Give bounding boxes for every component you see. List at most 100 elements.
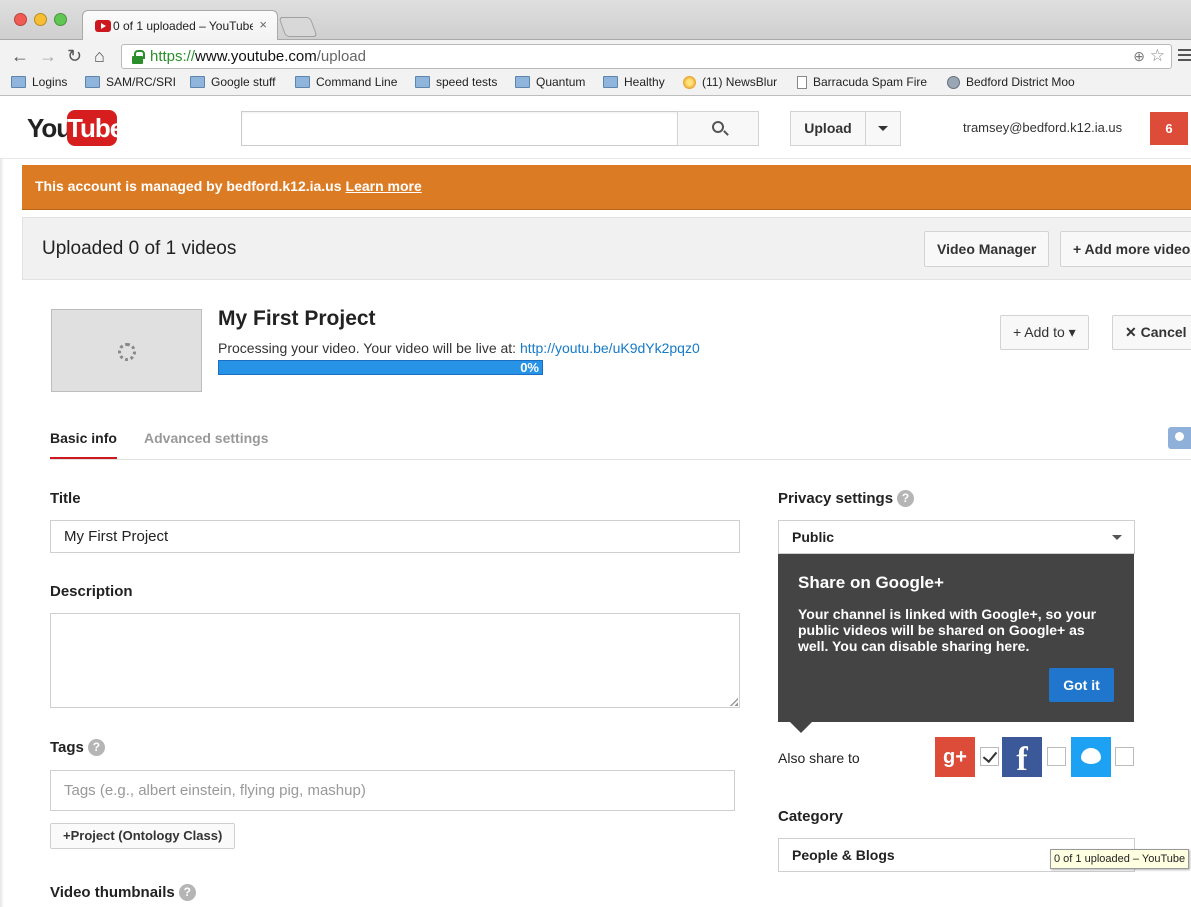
resize-grip-icon[interactable] [729, 697, 738, 706]
tabs-divider [50, 459, 1191, 460]
managed-account-banner: This account is managed by bedford.k12.i… [22, 165, 1191, 210]
upload-progress-bar: 0% [218, 360, 543, 375]
chrome-menu-icon[interactable] [1178, 49, 1191, 63]
guide-edge [0, 159, 4, 907]
also-share-label: Also share to [778, 750, 860, 766]
bookmark-healthy[interactable]: Healthy [603, 75, 665, 89]
video-manager-button[interactable]: Video Manager [924, 231, 1050, 267]
new-tab-button[interactable] [278, 17, 318, 37]
video-thumbnails-label: Video thumbnails? [50, 884, 196, 901]
caret-down-icon: ▾ [1068, 324, 1076, 340]
bookmark-quantum[interactable]: Quantum [515, 75, 585, 89]
uploaded-count-heading: Uploaded 0 of 1 videos [42, 238, 237, 259]
bookmark-google-stuff[interactable]: Google stuff [190, 75, 276, 89]
bookmark-bedford-district[interactable]: Bedford District Moo [947, 75, 1082, 89]
facebook-icon[interactable]: f [1002, 737, 1042, 778]
search-button[interactable] [677, 111, 759, 146]
description-textarea[interactable] [50, 613, 740, 708]
add-more-videos-button[interactable]: + Add more videos [1060, 231, 1191, 267]
privacy-settings-label: Privacy settings? [778, 490, 915, 507]
reload-icon[interactable]: ↻ [67, 46, 82, 66]
learn-more-link[interactable]: Learn more [346, 178, 422, 194]
tags-label: Tags? [50, 739, 105, 756]
google-plus-share-checkbox[interactable] [980, 747, 999, 766]
tags-input[interactable]: Tags (e.g., albert einstein, flying pig,… [50, 770, 735, 811]
video-link[interactable]: http://youtu.be/uK9dYk2pqz0 [520, 340, 700, 356]
privacy-select[interactable]: Public [778, 520, 1135, 554]
folder-icon [295, 76, 310, 88]
facebook-share-checkbox[interactable] [1047, 747, 1066, 766]
callout-body: Your channel is linked with Google+, so … [798, 606, 1097, 654]
bookmark-command-line[interactable]: Command Line [295, 75, 397, 89]
cancel-upload-button[interactable]: ✕ Cancel [1112, 315, 1191, 350]
processing-status: Processing your video. Your video will b… [218, 340, 700, 356]
globe-icon [947, 75, 960, 89]
add-to-button[interactable]: + Add to ▾ [1000, 315, 1089, 350]
category-label: Category [778, 808, 844, 825]
lock-icon [132, 50, 145, 64]
home-icon[interactable]: ⌂ [94, 46, 105, 66]
upload-progress-label: 0% [520, 360, 539, 375]
folder-icon [603, 76, 618, 88]
close-window-button[interactable] [14, 13, 27, 26]
back-arrow-icon[interactable]: ← [11, 46, 29, 66]
bookmark-newsblur[interactable]: (11) NewsBlur [683, 75, 777, 89]
url-text: https://www.youtube.com/upload [150, 48, 366, 65]
close-icon: ✕ [1125, 324, 1141, 340]
help-icon[interactable]: ? [87, 739, 105, 756]
youtube-favicon-icon [95, 20, 111, 32]
zoom-icon[interactable]: ⊕ [1133, 48, 1145, 65]
browser-tab-bar: 0 of 1 uploaded – YouTube × [0, 0, 1191, 41]
account-email[interactable]: tramsey@bedford.k12.ia.us [963, 120, 1122, 135]
forward-arrow-icon[interactable]: → [39, 46, 57, 66]
tab-advanced-settings[interactable]: Advanced settings [144, 430, 268, 446]
upload-status-header: Uploaded 0 of 1 videos Video Manager + A… [22, 217, 1191, 280]
bookmark-sam-rc-sri[interactable]: SAM/RC/SRI [85, 75, 176, 89]
caret-down-icon [1112, 535, 1122, 540]
plus-icon: + [1013, 324, 1025, 340]
notifications-badge[interactable]: 6 [1150, 112, 1188, 145]
upload-progress-fill [219, 361, 542, 374]
plus-icon: + [1073, 241, 1085, 257]
bookmark-star-icon[interactable]: ☆ [1150, 46, 1165, 66]
minimize-window-button[interactable] [34, 13, 47, 26]
got-it-button[interactable]: Got it [1049, 668, 1114, 702]
video-title: My First Project [218, 307, 376, 330]
page-icon [797, 75, 807, 89]
folder-icon [415, 76, 430, 88]
loading-spinner-icon [118, 343, 136, 361]
zoom-window-button[interactable] [54, 13, 67, 26]
title-label: Title [50, 490, 81, 507]
youtube-logo[interactable]: You Tube [27, 110, 124, 146]
help-icon[interactable]: ? [897, 490, 915, 507]
twitter-share-checkbox[interactable] [1115, 747, 1134, 766]
upload-button[interactable]: Upload [790, 111, 866, 146]
address-bar[interactable]: https://www.youtube.com/upload ⊕ ☆ [121, 44, 1172, 69]
help-icon[interactable]: ? [178, 884, 196, 901]
tab-title-tooltip: 0 of 1 uploaded – YouTube [1050, 849, 1190, 869]
managed-banner-text: This account is managed by bedford.k12.i… [35, 178, 342, 194]
share-on-google-plus-callout: Share on Google+ Your channel is linked … [778, 554, 1134, 733]
bookmark-barracuda[interactable]: Barracuda Spam Fire [797, 75, 932, 89]
bookmark-speed-tests[interactable]: speed tests [415, 75, 497, 89]
twitter-bird-icon [1081, 748, 1101, 764]
description-label: Description [50, 583, 133, 600]
search-icon [712, 121, 724, 133]
feedback-person-icon[interactable] [1168, 427, 1191, 449]
bookmarks-bar: Logins SAM/RC/SRI Google stuff Command L… [0, 72, 1191, 96]
upload-dropdown-button[interactable] [865, 111, 901, 146]
google-plus-icon[interactable]: g+ [935, 737, 975, 777]
tab-close-icon[interactable]: × [259, 17, 267, 32]
tab-title: 0 of 1 uploaded – YouTube [113, 19, 253, 33]
twitter-icon[interactable] [1071, 737, 1111, 777]
folder-icon [11, 76, 26, 88]
folder-icon [515, 76, 530, 88]
title-input[interactable]: My First Project [50, 520, 740, 553]
tab-basic-info[interactable]: Basic info [50, 430, 117, 460]
bookmark-logins[interactable]: Logins [11, 75, 67, 89]
callout-title: Share on Google+ [798, 573, 944, 592]
video-thumbnail-placeholder [51, 309, 202, 392]
suggested-tag-chip[interactable]: +Project (Ontology Class) [50, 823, 236, 849]
browser-tab-youtube-upload[interactable]: 0 of 1 uploaded – YouTube × [82, 10, 278, 41]
search-input[interactable] [241, 111, 678, 146]
